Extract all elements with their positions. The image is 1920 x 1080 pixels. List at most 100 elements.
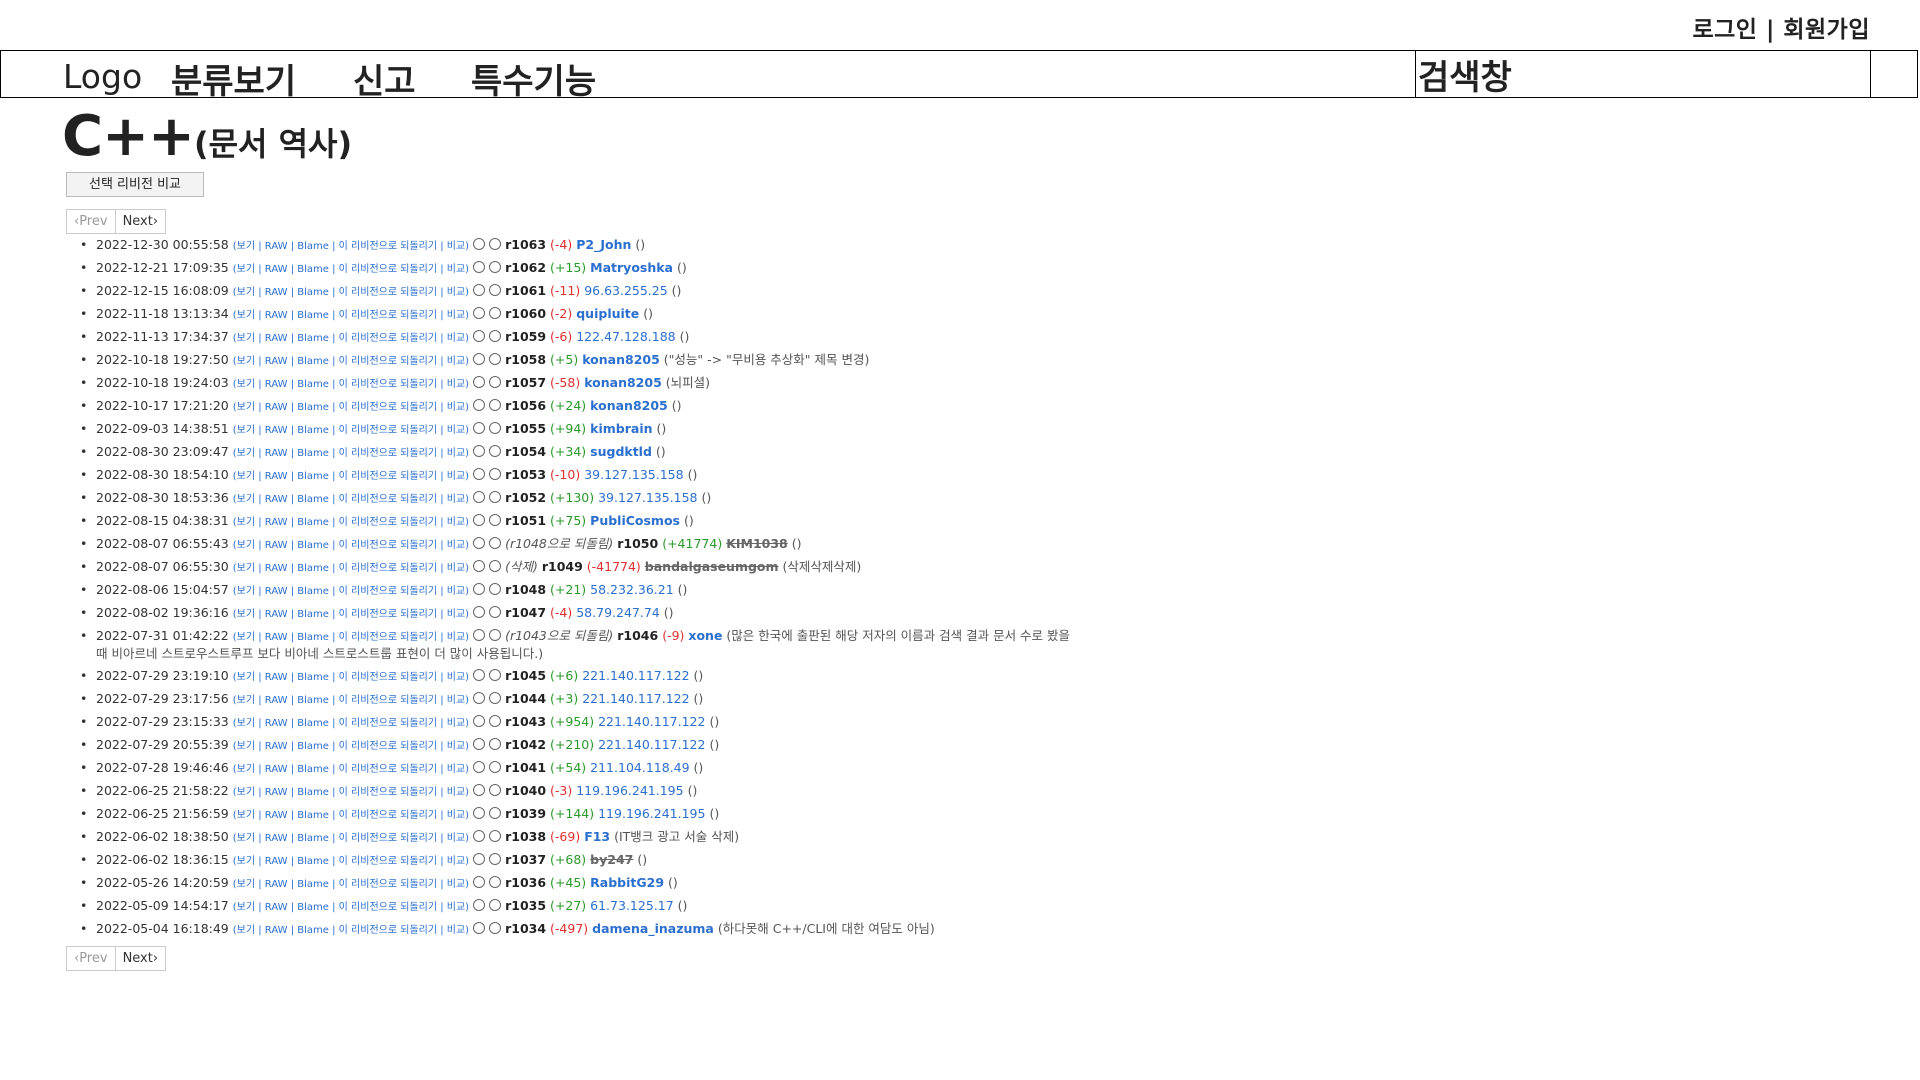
blame-link[interactable]: Blame: [297, 241, 329, 252]
blame-link[interactable]: Blame: [297, 695, 329, 706]
view-link[interactable]: 보기: [237, 672, 255, 683]
view-link[interactable]: 보기: [237, 425, 255, 436]
compare-link[interactable]: 비교: [447, 425, 465, 436]
revert-link[interactable]: 이 리비전으로 되돌리기: [339, 333, 437, 344]
revert-link[interactable]: 이 리비전으로 되돌리기: [339, 718, 437, 729]
nav-report[interactable]: 신고: [353, 54, 416, 103]
compare-to-radio[interactable]: [489, 669, 502, 681]
raw-link[interactable]: RAW: [265, 925, 288, 936]
view-link[interactable]: 보기: [237, 241, 255, 252]
view-link[interactable]: 보기: [237, 718, 255, 729]
raw-link[interactable]: RAW: [265, 494, 288, 505]
compare-link[interactable]: 비교: [447, 695, 465, 706]
raw-link[interactable]: RAW: [265, 632, 288, 643]
revert-link[interactable]: 이 리비전으로 되돌리기: [339, 241, 437, 252]
raw-link[interactable]: RAW: [265, 833, 288, 844]
raw-link[interactable]: RAW: [265, 902, 288, 913]
revision-author[interactable]: bandalgaseumgom: [645, 559, 779, 574]
compare-to-radio[interactable]: [489, 830, 502, 842]
view-link[interactable]: 보기: [237, 902, 255, 913]
revert-link[interactable]: 이 리비전으로 되돌리기: [339, 287, 437, 298]
compare-to-radio[interactable]: [489, 738, 502, 750]
compare-link[interactable]: 비교: [447, 310, 465, 321]
view-link[interactable]: 보기: [237, 741, 255, 752]
revert-link[interactable]: 이 리비전으로 되돌리기: [339, 356, 437, 367]
raw-link[interactable]: RAW: [265, 810, 288, 821]
revert-link[interactable]: 이 리비전으로 되돌리기: [339, 563, 437, 574]
revision-author[interactable]: F13: [584, 829, 610, 844]
revert-link[interactable]: 이 리비전으로 되돌리기: [339, 879, 437, 890]
compare-link[interactable]: 비교: [447, 494, 465, 505]
view-link[interactable]: 보기: [237, 764, 255, 775]
compare-link[interactable]: 비교: [447, 741, 465, 752]
blame-link[interactable]: Blame: [297, 264, 329, 275]
revert-link[interactable]: 이 리비전으로 되돌리기: [339, 695, 437, 706]
blame-link[interactable]: Blame: [297, 310, 329, 321]
compare-to-radio[interactable]: [489, 261, 502, 273]
compare-link[interactable]: 비교: [447, 402, 465, 413]
next-button[interactable]: Next›: [115, 946, 167, 971]
revert-link[interactable]: 이 리비전으로 되돌리기: [339, 425, 437, 436]
search-input[interactable]: 검색창: [1415, 50, 1871, 98]
compare-revisions-button[interactable]: 선택 리비전 비교: [66, 172, 204, 197]
compare-from-radio[interactable]: [473, 330, 486, 342]
compare-link[interactable]: 비교: [447, 632, 465, 643]
raw-link[interactable]: RAW: [265, 764, 288, 775]
revert-link[interactable]: 이 리비전으로 되돌리기: [339, 517, 437, 528]
revision-author[interactable]: 58.79.247.74: [576, 605, 660, 620]
compare-to-radio[interactable]: [489, 761, 502, 773]
compare-link[interactable]: 비교: [447, 902, 465, 913]
compare-link[interactable]: 비교: [447, 471, 465, 482]
raw-link[interactable]: RAW: [265, 333, 288, 344]
raw-link[interactable]: RAW: [265, 517, 288, 528]
view-link[interactable]: 보기: [237, 333, 255, 344]
revision-author[interactable]: konan8205: [590, 398, 668, 413]
compare-to-radio[interactable]: [489, 715, 502, 727]
compare-from-radio[interactable]: [473, 669, 486, 681]
compare-from-radio[interactable]: [473, 284, 486, 296]
revert-link[interactable]: 이 리비전으로 되돌리기: [339, 379, 437, 390]
raw-link[interactable]: RAW: [265, 264, 288, 275]
compare-to-radio[interactable]: [489, 307, 502, 319]
compare-from-radio[interactable]: [473, 583, 486, 595]
blame-link[interactable]: Blame: [297, 540, 329, 551]
raw-link[interactable]: RAW: [265, 448, 288, 459]
compare-from-radio[interactable]: [473, 692, 486, 704]
blame-link[interactable]: Blame: [297, 879, 329, 890]
blame-link[interactable]: Blame: [297, 718, 329, 729]
revision-author[interactable]: 119.196.241.195: [576, 783, 683, 798]
raw-link[interactable]: RAW: [265, 718, 288, 729]
compare-link[interactable]: 비교: [447, 718, 465, 729]
blame-link[interactable]: Blame: [297, 287, 329, 298]
compare-to-radio[interactable]: [489, 807, 502, 819]
compare-to-radio[interactable]: [489, 376, 502, 388]
view-link[interactable]: 보기: [237, 695, 255, 706]
compare-from-radio[interactable]: [473, 353, 486, 365]
compare-link[interactable]: 비교: [447, 810, 465, 821]
view-link[interactable]: 보기: [237, 586, 255, 597]
compare-to-radio[interactable]: [489, 922, 502, 934]
revert-link[interactable]: 이 리비전으로 되돌리기: [339, 741, 437, 752]
compare-from-radio[interactable]: [473, 784, 486, 796]
revert-link[interactable]: 이 리비전으로 되돌리기: [339, 494, 437, 505]
revert-link[interactable]: 이 리비전으로 되돌리기: [339, 764, 437, 775]
signup-link[interactable]: 회원가입: [1783, 17, 1870, 43]
blame-link[interactable]: Blame: [297, 333, 329, 344]
nav-special[interactable]: 특수기능: [471, 54, 596, 103]
compare-link[interactable]: 비교: [447, 563, 465, 574]
compare-link[interactable]: 비교: [447, 925, 465, 936]
revert-link[interactable]: 이 리비전으로 되돌리기: [339, 672, 437, 683]
prev-button[interactable]: ‹Prev: [66, 209, 116, 234]
raw-link[interactable]: RAW: [265, 425, 288, 436]
revision-author[interactable]: KIM1038: [726, 536, 788, 551]
revision-author[interactable]: xone: [688, 628, 722, 643]
compare-link[interactable]: 비교: [447, 379, 465, 390]
revision-author[interactable]: 221.140.117.122: [582, 668, 689, 683]
revision-author[interactable]: 39.127.135.158: [584, 467, 683, 482]
view-link[interactable]: 보기: [237, 810, 255, 821]
revision-author[interactable]: 211.104.118.49: [590, 760, 689, 775]
blame-link[interactable]: Blame: [297, 856, 329, 867]
compare-link[interactable]: 비교: [447, 287, 465, 298]
raw-link[interactable]: RAW: [265, 471, 288, 482]
blame-link[interactable]: Blame: [297, 833, 329, 844]
